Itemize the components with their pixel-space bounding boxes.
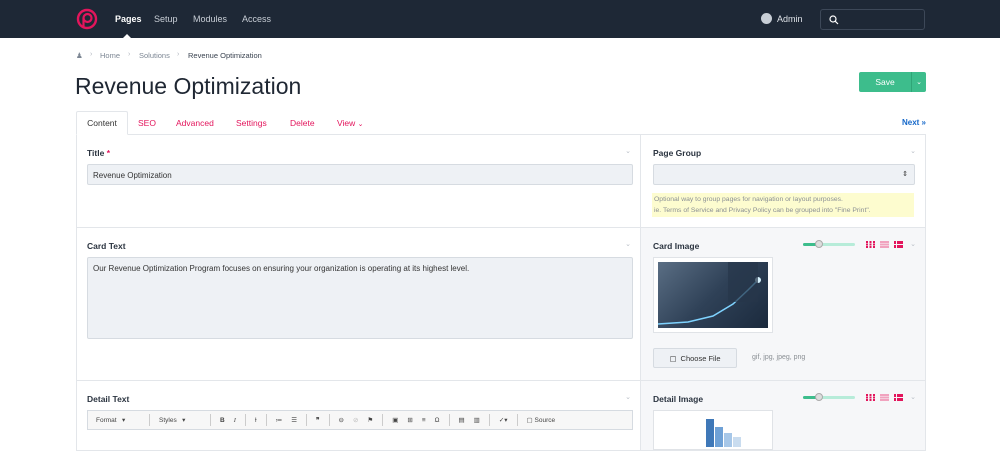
tab-content[interactable]: Content — [76, 111, 128, 135]
collapse-chevron-icon[interactable]: ⌄ — [625, 147, 631, 155]
slider-handle[interactable] — [814, 240, 823, 248]
slider-handle[interactable] — [814, 393, 823, 401]
help-line: ie. Terms of Service and Privacy Policy … — [654, 207, 871, 214]
title-input[interactable]: Revenue Optimization — [87, 164, 633, 185]
bold-icon[interactable]: B — [220, 417, 225, 424]
tab-view-label: View — [337, 118, 356, 128]
source-label: Source — [534, 416, 556, 424]
next-link[interactable]: Next » — [902, 118, 926, 127]
user-name: Admin — [777, 13, 803, 24]
source-button[interactable]: ▢ Source — [526, 416, 556, 425]
nav-setup[interactable]: Setup — [154, 14, 178, 24]
blockquote-icon[interactable]: ❞ — [316, 416, 320, 424]
collapse-chevron-icon[interactable]: ⌄ — [625, 393, 631, 401]
search-input[interactable] — [820, 9, 925, 30]
save-dropdown-button[interactable]: ⌄ — [911, 72, 926, 92]
list-view-icon[interactable] — [880, 394, 889, 401]
tab-view[interactable]: View ⌄ — [337, 118, 364, 128]
top-nav: Pages Setup Modules Access Admin — [0, 0, 1000, 38]
collapse-chevron-icon[interactable]: ⌄ — [910, 240, 916, 248]
tab-advanced[interactable]: Advanced — [176, 118, 214, 128]
nav-pages[interactable]: Pages — [115, 14, 142, 24]
collapse-chevron-icon[interactable]: ⌄ — [910, 393, 916, 401]
breadcrumb-current: Revenue Optimization — [188, 51, 262, 60]
logo-icon[interactable] — [76, 8, 98, 30]
active-caret — [123, 34, 131, 38]
bullet-list-icon[interactable]: ☰ — [291, 416, 297, 424]
image-size-slider[interactable] — [803, 393, 855, 401]
user-icon — [761, 13, 772, 24]
card-image-preview — [658, 262, 768, 328]
breadcrumb-separator: › — [177, 51, 180, 58]
tab-bar: Content SEO Advanced Settings Delete Vie… — [76, 111, 926, 135]
title-label: Title * — [87, 148, 110, 158]
paste-text-icon[interactable]: ▤ — [459, 416, 465, 424]
title-label-text: Title — [87, 148, 105, 158]
select-arrows-icon: ⇕ — [902, 171, 908, 178]
card-text-label: Card Text — [87, 241, 126, 251]
page-group-panel: Page Group ⌄ ⇕ Optional way to group pag… — [641, 135, 926, 228]
page-title: Revenue Optimization — [75, 73, 302, 99]
choose-file-label: Choose File — [680, 353, 721, 363]
card-image-panel: Card Image ⌄ ▢ Choose File gif, jpg, jpeg… — [641, 228, 926, 381]
detail-image-label: Detail Image — [653, 394, 704, 404]
breadcrumb-separator: › — [90, 51, 93, 58]
numbered-list-icon[interactable]: ≔ — [276, 416, 283, 424]
detail-image-thumbnail[interactable] — [653, 410, 773, 450]
help-line: Optional way to group pages for navigati… — [654, 196, 843, 203]
card-text-panel: Card Text ⌄ Our Revenue Optimization Pro… — [76, 228, 641, 381]
user-menu[interactable]: Admin — [761, 13, 803, 24]
special-char-icon[interactable]: Ω — [435, 417, 440, 424]
format-dropdown[interactable]: Format ▾ — [96, 416, 140, 425]
title-panel: Title * ⌄ Revenue Optimization — [76, 135, 641, 228]
editor-toolbar: Format ▾ Styles ▾ B I Ɨ ≔ ☰ ❞ ⊖ ⊘ ⚑ ▣ ⊞ … — [87, 410, 633, 430]
detail-view-icon[interactable] — [894, 394, 903, 401]
tab-seo[interactable]: SEO — [138, 118, 156, 128]
spellcheck-icon[interactable]: ✓▾ — [499, 416, 508, 424]
clear-format-icon[interactable]: Ɨ — [255, 417, 257, 424]
nav-access[interactable]: Access — [242, 14, 271, 24]
breadcrumb-separator: › — [128, 51, 131, 58]
detail-view-icon[interactable] — [894, 241, 903, 248]
card-text-textarea[interactable]: Our Revenue Optimization Program focuses… — [87, 257, 633, 339]
breadcrumb-home[interactable]: Home — [100, 51, 120, 60]
save-button[interactable]: Save — [859, 72, 911, 92]
detail-image-preview — [706, 419, 741, 447]
styles-dropdown[interactable]: Styles ▾ — [159, 416, 201, 425]
nav-modules[interactable]: Modules — [193, 14, 227, 24]
source-icon: ▢ — [526, 417, 533, 424]
card-image-label: Card Image — [653, 241, 700, 251]
search-icon — [829, 15, 839, 25]
detail-text-label: Detail Text — [87, 394, 130, 404]
page-group-select[interactable]: ⇕ — [653, 164, 915, 185]
italic-icon[interactable]: I — [234, 417, 236, 424]
tab-settings[interactable]: Settings — [236, 118, 267, 128]
card-image-thumbnail[interactable] — [653, 257, 773, 333]
collapse-chevron-icon[interactable]: ⌄ — [625, 240, 631, 248]
format-label: Format — [96, 416, 117, 424]
allowed-file-types: gif, jpg, jpeg, png — [752, 354, 806, 361]
required-marker: * — [106, 148, 111, 158]
table-icon[interactable]: ⊞ — [407, 416, 412, 424]
paste-word-icon[interactable]: ▥ — [474, 416, 480, 424]
unlink-icon[interactable]: ⊘ — [353, 416, 358, 424]
link-icon[interactable]: ⊖ — [339, 416, 344, 424]
choose-file-button[interactable]: ▢ Choose File — [653, 348, 737, 368]
grid-view-icon[interactable] — [866, 394, 875, 401]
page-group-help: Optional way to group pages for navigati… — [652, 193, 914, 217]
styles-label: Styles — [159, 416, 177, 424]
collapse-chevron-icon[interactable]: ⌄ — [910, 147, 916, 155]
chevron-down-icon: ⌄ — [357, 121, 364, 128]
tab-delete[interactable]: Delete — [290, 118, 315, 128]
file-icon: ▢ — [669, 353, 677, 363]
grid-view-icon[interactable] — [866, 241, 875, 248]
breadcrumb-solutions[interactable]: Solutions — [139, 51, 170, 60]
anchor-flag-icon[interactable]: ⚑ — [367, 416, 373, 424]
home-icon[interactable]: ♟ — [76, 51, 83, 60]
image-icon[interactable]: ▣ — [392, 416, 398, 424]
page-group-label: Page Group — [653, 148, 702, 158]
list-view-icon[interactable] — [880, 241, 889, 248]
horizontal-rule-icon[interactable]: ≡ — [422, 417, 426, 424]
image-size-slider[interactable] — [803, 240, 855, 248]
